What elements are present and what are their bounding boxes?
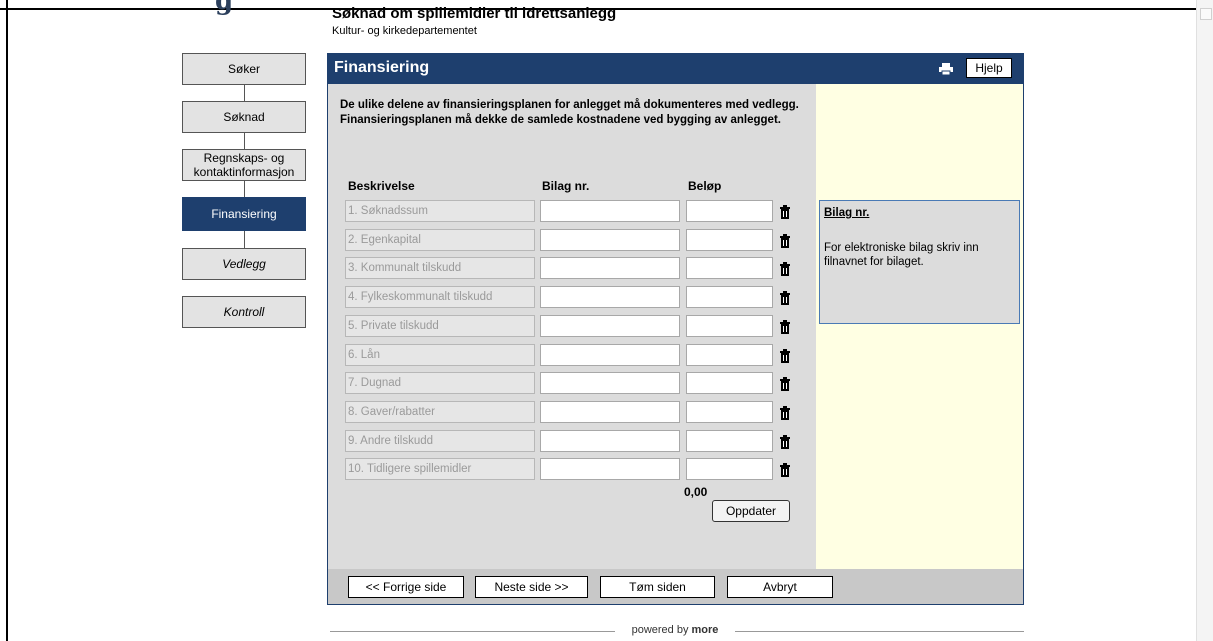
- amount-input[interactable]: [686, 200, 773, 222]
- amount-input[interactable]: [686, 228, 773, 251]
- table-row: 10. Tidligere spillemidler: [345, 458, 805, 481]
- trash-icon[interactable]: [779, 262, 791, 277]
- intro-text: De ulike delene av finansieringsplanen f…: [340, 99, 799, 126]
- trash-icon[interactable]: [779, 348, 791, 363]
- description-field: 5. Private tilskudd: [345, 314, 535, 337]
- nav-item-vedlegg[interactable]: Vedlegg: [182, 248, 306, 280]
- table-row: 8. Gaver/rabatter: [345, 400, 805, 423]
- table-row: 6. Lån: [345, 343, 805, 366]
- attachment-input[interactable]: [540, 343, 680, 366]
- description-field: 7. Dugnad: [345, 372, 535, 395]
- nav-item-soker[interactable]: Søker: [182, 53, 306, 85]
- attachment-input[interactable]: [540, 286, 680, 309]
- amount-input[interactable]: [686, 343, 773, 366]
- attachment-input[interactable]: [540, 257, 680, 280]
- panel-header: Finansiering Hjelp: [328, 54, 1023, 84]
- description-field: 8. Gaver/rabatter: [345, 400, 535, 423]
- footer-rule: [735, 631, 1024, 632]
- field-help-box: Bilag nr. For elektroniske bilag skriv i…: [819, 200, 1020, 324]
- attachment-input[interactable]: [540, 314, 680, 337]
- field-help-text: For elektroniske bilag skriv inn filnavn…: [824, 242, 979, 268]
- trash-icon[interactable]: [779, 434, 791, 449]
- description-field: 4. Fylkeskommunalt tilskudd: [345, 286, 535, 309]
- cancel-button[interactable]: Avbryt: [727, 576, 833, 598]
- powered-by-footer: powered by more: [330, 624, 1024, 638]
- description-field: 1. Søknadssum: [345, 200, 535, 222]
- nav-connector: [244, 181, 245, 197]
- amount-input[interactable]: [686, 372, 773, 395]
- table-row: 5. Private tilskudd: [345, 314, 805, 337]
- clear-page-button[interactable]: Tøm siden: [600, 576, 715, 598]
- attachment-input[interactable]: [540, 429, 680, 452]
- description-field: 6. Lån: [345, 343, 535, 366]
- nav-item-soknad[interactable]: Søknad: [182, 101, 306, 133]
- amount-input[interactable]: [686, 429, 773, 452]
- trash-icon[interactable]: [779, 233, 791, 248]
- printer-icon[interactable]: [939, 63, 953, 75]
- previous-page-button[interactable]: << Forrige side: [348, 576, 464, 598]
- description-field: 9. Andre tilskudd: [345, 429, 535, 452]
- finansiering-panel: Finansiering Hjelp Bilag nr. For elektro…: [327, 53, 1024, 605]
- help-button[interactable]: Hjelp: [966, 58, 1012, 78]
- trash-icon[interactable]: [779, 463, 791, 478]
- table-row: 2. Egenkapital: [345, 228, 805, 251]
- nav-connector: [244, 231, 245, 248]
- amount-input[interactable]: [686, 458, 773, 481]
- powered-by-prefix: powered by: [631, 624, 689, 636]
- footer-button-bar: << Forrige side Neste side >> Tøm siden …: [328, 569, 1023, 604]
- table-row: 4. Fylkeskommunalt tilskudd: [345, 286, 805, 309]
- trash-icon[interactable]: [779, 291, 791, 306]
- vertical-scrollbar[interactable]: [1196, 0, 1213, 641]
- table-row: 1. Søknadssum: [345, 200, 805, 222]
- table-row: 7. Dugnad: [345, 372, 805, 395]
- powered-by-brand: more: [691, 624, 719, 636]
- table-row: 3. Kommunalt tilskudd: [345, 257, 805, 280]
- amount-input[interactable]: [686, 286, 773, 309]
- page-title: Søknad om spillemidler til idrettsanlegg: [332, 5, 617, 22]
- nav-item-finansiering[interactable]: Finansiering: [182, 197, 306, 231]
- field-help-title: Bilag nr.: [824, 207, 870, 219]
- logo-fragment: g: [215, 0, 234, 16]
- amount-input[interactable]: [686, 314, 773, 337]
- trash-icon[interactable]: [779, 405, 791, 420]
- nav-connector: [244, 133, 245, 149]
- table-row: 9. Andre tilskudd: [345, 429, 805, 452]
- description-field: 2. Egenkapital: [345, 228, 535, 251]
- window-left-border: [6, 0, 8, 641]
- nav-item-kontroll[interactable]: Kontroll: [182, 296, 306, 328]
- trash-icon[interactable]: [779, 319, 791, 334]
- attachment-input[interactable]: [540, 228, 680, 251]
- column-header-attachment: Bilag nr.: [542, 179, 590, 193]
- description-field: 3. Kommunalt tilskudd: [345, 257, 535, 280]
- nav-item-regnskap[interactable]: Regnskaps- og kontaktinformasjon: [182, 149, 306, 181]
- update-button[interactable]: Oppdater: [712, 500, 790, 522]
- powered-by-text: powered by more: [620, 624, 730, 636]
- attachment-input[interactable]: [540, 458, 680, 481]
- column-header-amount: Beløp: [688, 179, 722, 193]
- amount-input[interactable]: [686, 400, 773, 423]
- trash-icon[interactable]: [779, 205, 791, 219]
- page-subtitle: Kultur- og kirkedepartementet: [332, 25, 477, 37]
- trash-icon[interactable]: [779, 377, 791, 392]
- total-amount: 0,00: [684, 485, 708, 499]
- scrollbar-thumb[interactable]: [1200, 8, 1212, 20]
- nav-connector: [244, 85, 245, 101]
- help-side-panel: [816, 84, 1023, 569]
- amount-input[interactable]: [686, 257, 773, 280]
- footer-rule: [330, 631, 615, 632]
- attachment-input[interactable]: [540, 200, 680, 222]
- panel-title: Finansiering: [334, 59, 430, 76]
- attachment-input[interactable]: [540, 400, 680, 423]
- attachment-input[interactable]: [540, 372, 680, 395]
- column-header-description: Beskrivelse: [348, 179, 415, 193]
- description-field: 10. Tidligere spillemidler: [345, 458, 535, 481]
- next-page-button[interactable]: Neste side >>: [475, 576, 588, 598]
